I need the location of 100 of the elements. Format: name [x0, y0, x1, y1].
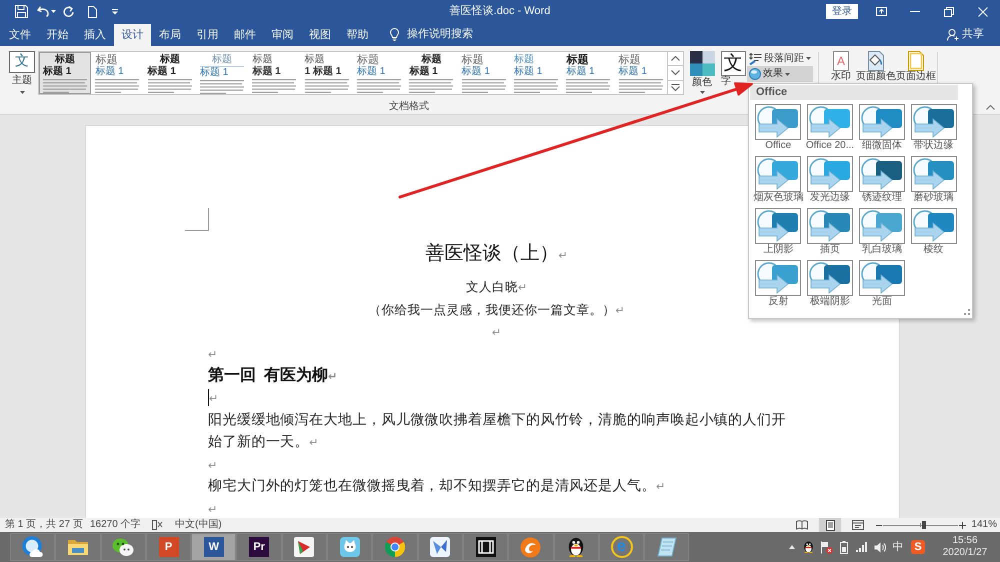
- clock[interactable]: 15:56 2020/1/27: [935, 535, 995, 559]
- flag-tile-icon: [294, 537, 314, 557]
- watermark-button[interactable]: A 水印: [826, 51, 856, 82]
- undo-icon: [37, 6, 49, 17]
- text-lines-icon: [356, 79, 401, 93]
- text-lines-icon: [148, 79, 192, 93]
- app-logo: P: [158, 537, 179, 557]
- page-corner-mark: [185, 208, 209, 231]
- style-set-thumbnail[interactable]: 标题 标题 1: [352, 52, 406, 94]
- body-paragraph: 柳宅大门外的灯笼也在微微摇曳着，却不知摆弄它的是清风还是人气。↵: [208, 477, 666, 494]
- effect-preview-icon: [809, 262, 851, 294]
- caret-icon: [806, 57, 811, 60]
- redo-icon: [63, 6, 74, 17]
- zoom-slider-thumb[interactable]: [922, 521, 926, 529]
- resize-grip-icon: [964, 309, 970, 315]
- style-set-thumbnail[interactable]: 标题 标题 1: [405, 52, 458, 94]
- undo-button[interactable]: [37, 4, 56, 20]
- ribbon-tab[interactable]: 插入: [76, 24, 114, 46]
- zoom-level[interactable]: 141%: [971, 520, 997, 530]
- ribbon-tab[interactable]: 审阅: [264, 24, 301, 46]
- paragraph-spacing-button[interactable]: 段落间距: [747, 51, 813, 66]
- tell-me-search[interactable]: 操作说明搜索: [390, 23, 473, 46]
- paragraph-mark: ↵: [209, 392, 218, 406]
- style-set-thumbnail[interactable]: 标题 标题 1: [196, 52, 248, 94]
- sign-in-button[interactable]: 登录: [826, 4, 858, 19]
- save-button[interactable]: [14, 4, 28, 20]
- taskbar-button[interactable]: P: [146, 533, 192, 561]
- theme-button[interactable]: 文 主题: [8, 50, 36, 97]
- ribbon-tab[interactable]: 帮助: [338, 24, 376, 46]
- style-set-thumbnail[interactable]: 标题 标题 1: [144, 52, 196, 94]
- effect-preview-icon: [757, 262, 800, 294]
- ribbon-tab[interactable]: 引用: [188, 24, 226, 46]
- proofing-button[interactable]: [152, 520, 163, 530]
- effect-preview-icon: [757, 158, 800, 190]
- chevron-up-icon: [671, 56, 680, 62]
- caret-icon: [785, 72, 790, 76]
- effect-preview-icon: [809, 210, 851, 242]
- colors-button[interactable]: 颜色: [687, 50, 717, 97]
- read-mode-icon: [796, 520, 808, 530]
- ribbon-tab[interactable]: 邮件: [226, 24, 264, 46]
- caret-icon: [20, 91, 24, 94]
- ribbon-tab[interactable]: 设计: [114, 24, 151, 46]
- page-borders-button[interactable]: 页面边框: [896, 51, 936, 82]
- tray-button[interactable]: [801, 540, 815, 554]
- taskbar-button[interactable]: Pr: [236, 533, 282, 561]
- effects-icon: [749, 68, 761, 80]
- paragraph-mark: ↵: [208, 348, 218, 362]
- bird-icon: [430, 537, 450, 557]
- style-set-thumbnail[interactable]: 标题 标题 1: [614, 52, 667, 94]
- caret-icon: [700, 91, 704, 94]
- style-set-thumbnail[interactable]: 标题 标题 1: [458, 52, 510, 94]
- text-lines-icon: [304, 79, 349, 93]
- ribbon-tab[interactable]: 视图: [301, 24, 338, 46]
- minimize-icon: [910, 11, 920, 12]
- ribbon-tab[interactable]: 布局: [151, 24, 188, 46]
- effects-button[interactable]: 效果: [747, 66, 813, 82]
- effect-preview-icon: [809, 158, 851, 190]
- chapter-heading: 第一回 有医为柳↵: [208, 366, 338, 384]
- redo-button[interactable]: [63, 4, 74, 20]
- ribbon-tab[interactable]: 开始: [38, 24, 76, 46]
- page-count[interactable]: 第 1 页，共 27 页: [5, 520, 83, 530]
- collapse-ribbon-button[interactable]: [986, 105, 995, 110]
- penguin-icon: [802, 540, 814, 554]
- style-set-thumbnail[interactable]: 标题 标题 1: [91, 52, 144, 94]
- new-document-button[interactable]: [88, 4, 97, 20]
- taskbar-button[interactable]: W: [191, 533, 236, 561]
- zoom-slider[interactable]: [883, 520, 958, 530]
- paragraph-mark: ↵: [208, 458, 218, 472]
- style-set-thumbnail[interactable]: 标题 标题 1: [248, 52, 301, 94]
- effect-preview-icon: [809, 106, 851, 138]
- style-set-thumbnail[interactable]: 标题 1 标题 1: [300, 52, 353, 94]
- film-strip-icon: [476, 537, 496, 557]
- style-set-thumbnail[interactable]: 标题 标题 1: [39, 52, 92, 94]
- document-title: 善医怪谈（上）↵: [425, 243, 568, 264]
- page-color-button[interactable]: 页面颜色: [856, 51, 896, 82]
- taskbar-button[interactable]: [462, 533, 508, 561]
- effect-preview-icon: [912, 210, 954, 242]
- expand-gallery-icon: [671, 84, 680, 91]
- language-indicator[interactable]: 中文(中国): [175, 520, 222, 530]
- view-mode-button[interactable]: [819, 518, 841, 532]
- input-mode-indicator[interactable]: 中: [891, 542, 905, 552]
- print-layout-icon: [826, 520, 834, 530]
- effect-preview-icon: [860, 262, 903, 294]
- word-count[interactable]: 16270 个字: [90, 520, 141, 530]
- style-set-thumbnail[interactable]: 标题 标题 1: [562, 52, 615, 94]
- share-button[interactable]: 共享: [947, 23, 984, 46]
- style-set-thumbnail[interactable]: 标题 标题 1: [510, 52, 562, 94]
- gallery-section-header: Office: [750, 85, 958, 100]
- caret-up-icon: [789, 545, 795, 549]
- page-border-icon: [908, 51, 924, 71]
- speaker-icon: [874, 542, 886, 552]
- battery-icon: [840, 540, 848, 554]
- taskbar-button[interactable]: [554, 533, 599, 561]
- show-hidden-icons-button[interactable]: [787, 545, 797, 549]
- text-lines-icon: [43, 79, 87, 93]
- effect-preview-icon: [757, 106, 800, 138]
- ribbon-tab[interactable]: 文件: [1, 24, 38, 46]
- chat-bubbles-icon: [112, 538, 134, 556]
- notepad-icon: [656, 537, 677, 557]
- text-lines-icon: [200, 80, 244, 94]
